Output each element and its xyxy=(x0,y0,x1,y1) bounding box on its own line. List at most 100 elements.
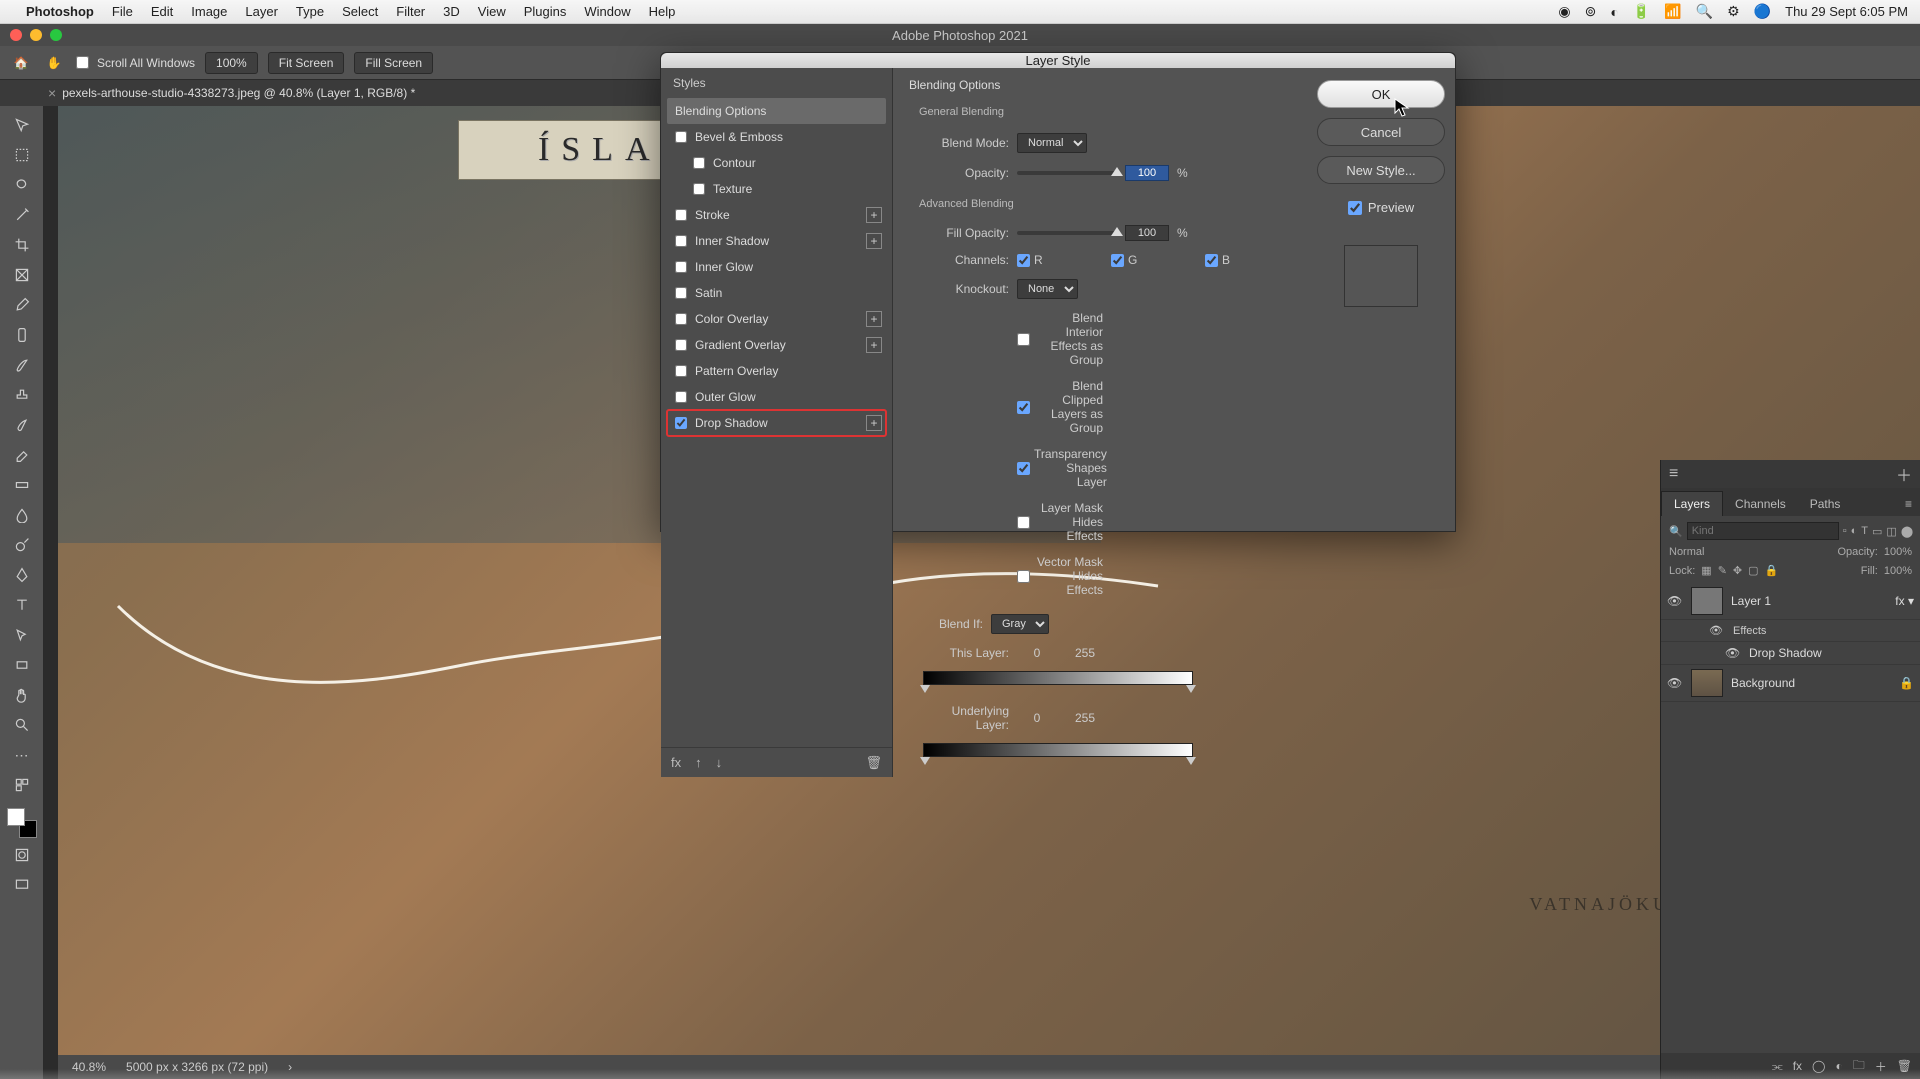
wifi-icon[interactable]: 📶 xyxy=(1664,3,1681,20)
lock-artboard-icon[interactable]: ▢ xyxy=(1748,564,1758,577)
hand-tool[interactable] xyxy=(9,682,35,708)
menubar-clock[interactable]: Thu 29 Sept 6:05 PM xyxy=(1785,4,1908,19)
filter-smart-icon[interactable]: ◫ xyxy=(1886,525,1896,538)
window-zoom-button[interactable] xyxy=(50,29,62,41)
control-center-icon[interactable]: ⚙ xyxy=(1727,3,1740,20)
blend-interior-checkbox[interactable]: Blend Interior Effects as Group xyxy=(1017,311,1103,367)
blend-clipped-checkbox[interactable]: Blend Clipped Layers as Group xyxy=(1017,379,1103,435)
cancel-button[interactable]: Cancel xyxy=(1317,118,1445,146)
brush-tool[interactable] xyxy=(9,352,35,378)
fit-screen-button[interactable]: Fit Screen xyxy=(268,52,345,74)
fill-screen-button[interactable]: Fill Screen xyxy=(354,52,433,74)
app-name[interactable]: Photoshop xyxy=(26,4,94,19)
style-inner-shadow[interactable]: Inner Shadow+ xyxy=(667,228,886,254)
layer-thumbnail[interactable] xyxy=(1691,587,1723,615)
this-layer-gradient[interactable] xyxy=(923,671,1193,685)
tab-paths[interactable]: Paths xyxy=(1798,492,1853,516)
channel-g-checkbox[interactable]: G xyxy=(1111,253,1197,267)
ok-button[interactable]: OK xyxy=(1317,80,1445,108)
healing-tool[interactable] xyxy=(9,322,35,348)
close-icon[interactable]: × xyxy=(48,85,56,101)
document-tab[interactable]: × pexels-arthouse-studio-4338273.jpeg @ … xyxy=(48,85,415,101)
quick-mask-toggle[interactable] xyxy=(9,842,35,868)
layer-mask-hides-checkbox[interactable]: Layer Mask Hides Effects xyxy=(1017,501,1103,543)
filter-image-icon[interactable]: ▫ xyxy=(1843,525,1847,537)
lasso-tool[interactable] xyxy=(9,172,35,198)
cc-icon[interactable]: ⊚ xyxy=(1585,3,1597,20)
lock-pos-icon[interactable]: ✥ xyxy=(1733,564,1742,577)
opacity-slider[interactable] xyxy=(1017,171,1117,175)
menu-edit[interactable]: Edit xyxy=(151,4,173,19)
properties-icon[interactable]: ≡ xyxy=(1669,465,1678,483)
style-blending-options[interactable]: Blending Options xyxy=(667,98,886,124)
tab-channels[interactable]: Channels xyxy=(1723,492,1798,516)
foreground-background-colors[interactable] xyxy=(7,808,37,838)
menu-window[interactable]: Window xyxy=(584,4,630,19)
wand-tool[interactable] xyxy=(9,202,35,228)
menu-3d[interactable]: 3D xyxy=(443,4,460,19)
window-close-button[interactable] xyxy=(10,29,22,41)
battery-icon[interactable]: 🔋 xyxy=(1633,3,1650,20)
style-inner-glow[interactable]: Inner Glow xyxy=(667,254,886,280)
eraser-tool[interactable] xyxy=(9,442,35,468)
panel-menu-icon[interactable]: ≡ xyxy=(1893,492,1920,516)
menu-help[interactable]: Help xyxy=(649,4,676,19)
add-stroke-icon[interactable]: + xyxy=(866,207,882,223)
lock-trans-icon[interactable]: ▦ xyxy=(1701,564,1711,577)
move-up-icon[interactable]: ↑ xyxy=(695,755,702,770)
add-panel-icon[interactable]: ＋ xyxy=(1896,462,1912,486)
trash-icon[interactable]: 🗑 xyxy=(865,755,882,771)
vector-mask-hides-checkbox[interactable]: Vector Mask Hides Effects xyxy=(1017,555,1103,597)
window-minimize-button[interactable] xyxy=(30,29,42,41)
type-tool[interactable] xyxy=(9,592,35,618)
add-inner-shadow-icon[interactable]: + xyxy=(866,233,882,249)
knockout-select[interactable]: None xyxy=(1017,279,1078,299)
fill-value[interactable]: 100% xyxy=(1884,565,1912,577)
menu-image[interactable]: Image xyxy=(191,4,227,19)
move-down-icon[interactable]: ↓ xyxy=(716,755,723,770)
add-color-overlay-icon[interactable]: + xyxy=(866,311,882,327)
gradient-tool[interactable] xyxy=(9,472,35,498)
style-satin[interactable]: Satin xyxy=(667,280,886,306)
layer-item-background[interactable]: 👁 Background 🔒 xyxy=(1661,665,1920,702)
rectangle-tool[interactable] xyxy=(9,652,35,678)
siri-icon[interactable]: 🔵 xyxy=(1754,3,1771,20)
menu-layer[interactable]: Layer xyxy=(245,4,278,19)
fx-menu-icon[interactable]: fx xyxy=(671,755,681,770)
layer-item-layer1[interactable]: 👁 Layer 1 fx ▾ xyxy=(1661,583,1920,620)
transparency-shapes-checkbox[interactable]: Transparency Shapes Layer xyxy=(1017,447,1103,489)
blend-mode-select[interactable]: Normal xyxy=(1017,133,1087,153)
dialog-title[interactable]: Layer Style xyxy=(661,53,1455,68)
lock-pixels-icon[interactable]: ✎ xyxy=(1718,564,1727,577)
zoom-level-field[interactable]: 100% xyxy=(205,52,258,74)
eyedropper-tool[interactable] xyxy=(9,292,35,318)
style-gradient-overlay[interactable]: Gradient Overlay+ xyxy=(667,332,886,358)
underlying-layer-gradient[interactable] xyxy=(923,743,1193,757)
spotlight-icon[interactable]: 🔍 xyxy=(1696,3,1713,20)
channel-r-checkbox[interactable]: R xyxy=(1017,253,1103,267)
path-select-tool[interactable] xyxy=(9,622,35,648)
blend-mode-select[interactable]: Normal xyxy=(1669,546,1832,558)
menu-select[interactable]: Select xyxy=(342,4,378,19)
filter-type-icon[interactable]: T xyxy=(1861,525,1868,537)
tab-layers[interactable]: Layers xyxy=(1661,491,1723,516)
zoom-tool[interactable] xyxy=(9,712,35,738)
style-outer-glow[interactable]: Outer Glow xyxy=(667,384,886,410)
style-texture[interactable]: Texture xyxy=(667,176,886,202)
edit-toolbar[interactable] xyxy=(9,772,35,798)
fx-badge[interactable]: fx ▾ xyxy=(1895,594,1914,608)
menu-view[interactable]: View xyxy=(478,4,506,19)
hand-tool-indicator[interactable]: ✋ xyxy=(42,51,66,75)
fill-opacity-slider[interactable] xyxy=(1017,231,1117,235)
stamp-tool[interactable] xyxy=(9,382,35,408)
record-icon[interactable]: ◉ xyxy=(1558,3,1570,20)
add-gradient-overlay-icon[interactable]: + xyxy=(866,337,882,353)
filter-toggle-icon[interactable]: ⬤ xyxy=(1901,525,1913,538)
style-bevel-emboss[interactable]: Bevel & Emboss xyxy=(667,124,886,150)
filter-shape-icon[interactable]: ▭ xyxy=(1872,525,1882,538)
frame-tool[interactable] xyxy=(9,262,35,288)
menu-file[interactable]: File xyxy=(112,4,133,19)
visibility-icon[interactable]: 👁 xyxy=(1667,594,1683,608)
opacity-field[interactable] xyxy=(1125,165,1169,181)
layer-effect-drop-shadow[interactable]: 👁 Drop Shadow xyxy=(1661,642,1920,665)
